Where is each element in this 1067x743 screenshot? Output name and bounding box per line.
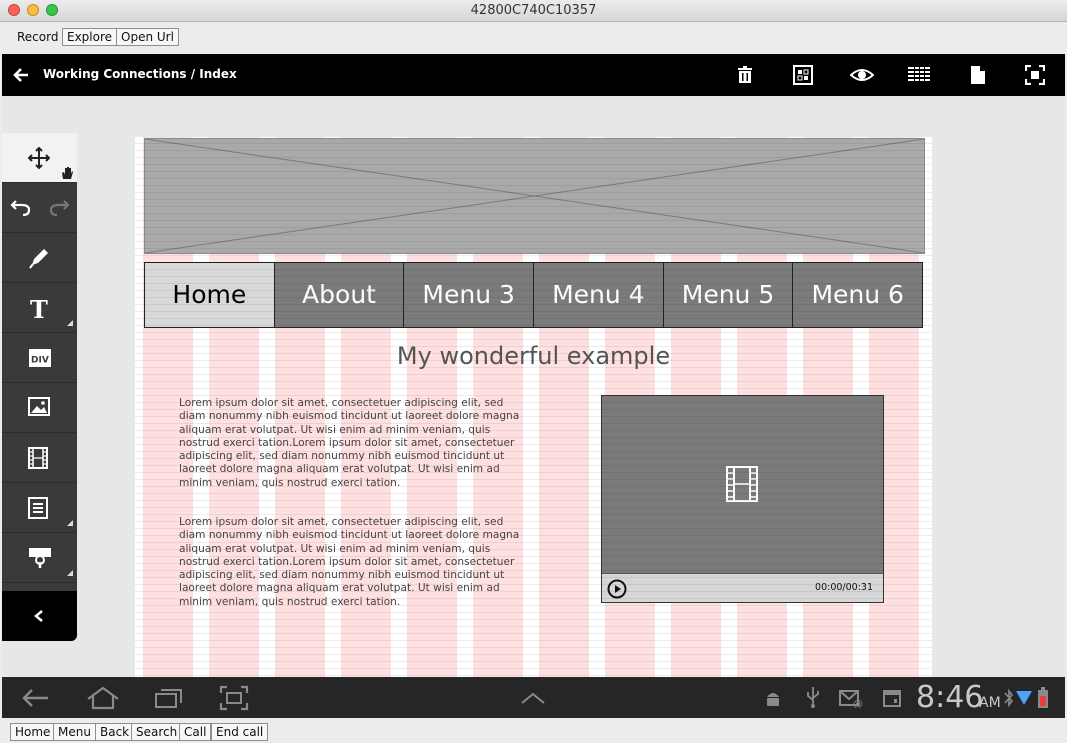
video-placeholder[interactable]: 00:00/00:31 — [601, 395, 884, 603]
play-icon[interactable] — [607, 579, 627, 599]
nav-item-home[interactable]: Home — [145, 263, 274, 327]
widget-tool-icon — [29, 548, 51, 568]
banner-image-placeholder[interactable] — [144, 138, 925, 254]
android-nav-bar: @ 8:46 AM — [2, 677, 1065, 718]
home-button[interactable]: Home — [10, 723, 56, 741]
body-paragraph[interactable]: Lorem ipsum dolor sit amet, consectetuer… — [179, 516, 524, 609]
svg-text:DIV: DIV — [31, 356, 49, 366]
android-home-icon[interactable] — [86, 686, 120, 710]
eye-icon[interactable] — [850, 65, 874, 85]
hand-icon — [62, 167, 73, 179]
pen-icon — [29, 249, 48, 269]
video-tool-icon — [28, 447, 48, 469]
div-tool-icon: DIV — [29, 349, 51, 367]
record-button[interactable]: Record — [12, 28, 63, 46]
android-debug-icon — [767, 693, 779, 706]
battery-icon — [1038, 687, 1048, 708]
nav-item-menu-5[interactable]: Menu 5 — [662, 263, 793, 327]
android-back-icon[interactable] — [22, 688, 50, 708]
bottom-button-bar: Home Menu Back Search Call End call — [0, 721, 1067, 743]
text-tool-button[interactable]: T — [2, 283, 77, 333]
back-arrow-icon[interactable] — [12, 66, 30, 84]
window-title: 42800C740C10357 — [470, 3, 597, 18]
nav-item-menu-3[interactable]: Menu 3 — [403, 263, 534, 327]
call-button[interactable]: Call — [179, 723, 212, 741]
text-tool-icon: T — [30, 297, 48, 321]
navigation-menu: Home About Menu 3 Menu 4 Menu 5 Menu 6 — [144, 262, 923, 328]
status-clock-ampm: AM — [979, 695, 1001, 711]
form-tool-button[interactable] — [2, 483, 77, 533]
app-window: 42800C740C10357 Record Explore Open Url … — [0, 0, 1067, 743]
collapse-palette-button[interactable] — [2, 591, 77, 641]
move-icon — [28, 147, 50, 169]
move-tool-button[interactable] — [2, 133, 77, 183]
end-call-button[interactable]: End call — [211, 723, 269, 741]
title-bar: 42800C740C10357 — [0, 0, 1067, 22]
breadcrumb: Working Connections / Index — [43, 67, 237, 81]
android-screenshot-icon[interactable] — [219, 685, 249, 711]
widget-tool-button[interactable] — [2, 533, 77, 583]
nav-item-menu-4[interactable]: Menu 4 — [533, 263, 663, 327]
calendar-icon — [883, 690, 901, 707]
undo-icon[interactable] — [10, 197, 32, 217]
image-placeholder-icon — [145, 139, 924, 253]
grid-view-icon[interactable] — [793, 65, 813, 85]
android-recent-apps-icon[interactable] — [154, 687, 184, 709]
bluetooth-icon — [1004, 688, 1014, 708]
document-icon[interactable] — [968, 65, 988, 85]
wifi-signal-icon — [1016, 691, 1032, 705]
redo-icon[interactable] — [48, 197, 70, 217]
search-button[interactable]: Search — [131, 723, 183, 741]
explore-button[interactable]: Explore — [62, 28, 118, 46]
app-header: Working Connections / Index — [2, 54, 1065, 96]
body-paragraph[interactable]: Lorem ipsum dolor sit amet, consectetuer… — [179, 397, 524, 490]
nav-item-about[interactable]: About — [273, 263, 404, 327]
form-tool-icon — [28, 497, 48, 519]
top-toolbar: Record Explore Open Url — [0, 23, 1067, 52]
open-url-button[interactable]: Open Url — [116, 28, 179, 46]
menu-button[interactable]: Menu — [53, 723, 96, 741]
fullscreen-icon[interactable] — [1025, 65, 1045, 85]
div-tool-button[interactable]: DIV — [2, 333, 77, 383]
video-time: 00:00/00:31 — [815, 582, 873, 593]
svg-text:@: @ — [853, 699, 863, 708]
image-tool-button[interactable] — [2, 383, 77, 433]
collapse-chevron-icon — [34, 610, 43, 622]
design-canvas[interactable]: Home About Menu 3 Menu 4 Menu 5 Menu 6 M… — [135, 137, 932, 718]
tool-palette: T DIV — [2, 133, 77, 641]
film-icon — [726, 466, 758, 502]
usb-icon — [807, 687, 819, 708]
submenu-indicator-icon — [67, 570, 73, 576]
trash-icon[interactable] — [735, 65, 755, 85]
svg-text:T: T — [30, 297, 48, 321]
page-heading[interactable]: My wonderful example — [144, 342, 923, 370]
status-clock: 8:46 — [916, 680, 984, 715]
video-controls: 00:00/00:31 — [602, 573, 883, 602]
submenu-indicator-icon — [67, 520, 73, 526]
video-tool-button[interactable] — [2, 433, 77, 483]
device-screen: Working Connections / Index T DIV Home A… — [2, 54, 1065, 718]
image-tool-icon — [28, 397, 50, 416]
chevron-up-icon[interactable] — [520, 691, 546, 705]
pen-tool-button[interactable] — [2, 233, 77, 283]
list-view-icon[interactable] — [908, 65, 930, 85]
email-notification-icon: @ — [839, 690, 863, 708]
undo-redo-group — [2, 183, 77, 233]
submenu-indicator-icon — [67, 320, 73, 326]
back-button[interactable]: Back — [95, 723, 135, 741]
nav-item-menu-6[interactable]: Menu 6 — [792, 263, 923, 327]
